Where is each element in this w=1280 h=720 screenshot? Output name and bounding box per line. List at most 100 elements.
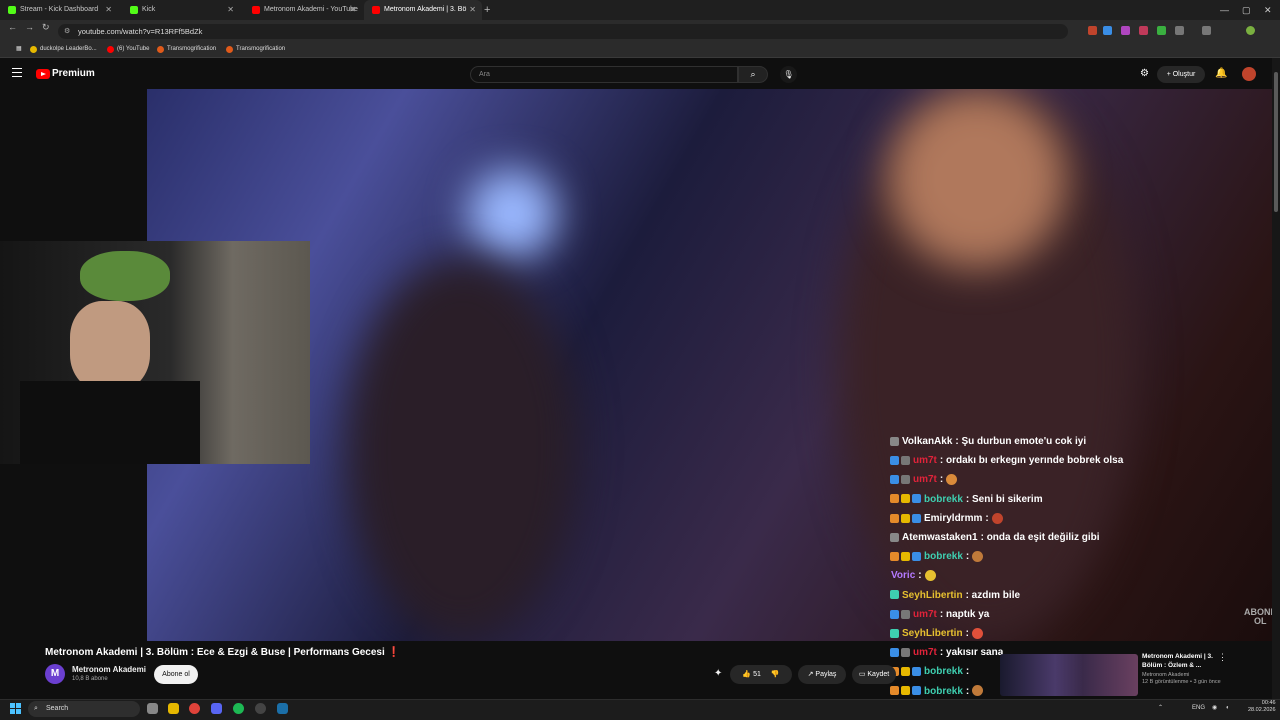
extension-icon[interactable] <box>1157 26 1166 35</box>
chat-emote-icon <box>991 512 1003 524</box>
chat-username[interactable]: bobrekk <box>924 666 963 677</box>
minimize-icon[interactable]: — <box>1220 0 1229 20</box>
network-icon[interactable]: ◉ <box>1212 700 1217 716</box>
chat-username[interactable]: um7t <box>913 647 937 658</box>
maximize-icon[interactable]: ▢ <box>1242 0 1251 20</box>
steam-icon[interactable] <box>277 703 288 714</box>
create-label: Oluştur <box>1172 71 1196 78</box>
sparkle-icon[interactable]: ✦ <box>714 668 722 679</box>
taskbar-search[interactable]: ⌕ Search <box>28 701 140 717</box>
chat-badge-icon <box>901 648 910 658</box>
close-window-icon[interactable]: ✕ <box>1264 0 1272 20</box>
save-icon: ▭ <box>858 671 866 678</box>
dislike-icon[interactable]: 👎 <box>771 671 780 678</box>
profile-icon[interactable] <box>1246 26 1255 35</box>
discord-icon[interactable] <box>211 703 222 714</box>
chat-emote-icon <box>972 551 984 563</box>
streamer-face <box>70 301 150 391</box>
chat-badge-icon <box>912 513 921 523</box>
volume-icon[interactable]: ◐ <box>1226 700 1230 716</box>
close-icon[interactable]: ✕ <box>349 0 356 20</box>
extension-icon[interactable] <box>1088 26 1097 35</box>
like-dislike-group: 👍 51 👎 <box>730 665 792 684</box>
chat-username[interactable]: bobrekk <box>924 686 963 697</box>
bookmark-item[interactable]: Transmogrification <box>226 44 285 55</box>
recommended-thumbnail[interactable] <box>1000 654 1138 696</box>
tab-label: Kick <box>142 6 156 13</box>
share-button[interactable]: ↗ Paylaş <box>798 665 846 684</box>
chat-username[interactable]: um7t <box>913 455 937 466</box>
file-explorer-icon[interactable] <box>168 703 179 714</box>
chat-text: : <box>965 666 970 678</box>
chat-badge-icon <box>890 456 899 466</box>
chat-message: Voric: <box>890 566 936 585</box>
bookmark-item[interactable]: (6) YouTube <box>107 44 149 55</box>
channel-name[interactable]: Metronom Akademi <box>72 665 146 674</box>
language-indicator[interactable]: ENG <box>1192 700 1205 716</box>
spotify-icon[interactable] <box>233 703 244 714</box>
chat-username[interactable]: SeyhLibertin <box>902 590 963 601</box>
site-info-icon[interactable]: ⚙ <box>64 24 70 39</box>
hamburger-menu-icon[interactable] <box>12 68 22 77</box>
youtube-icon <box>107 46 114 53</box>
reload-icon[interactable]: ↻ <box>42 22 50 33</box>
new-tab-button[interactable]: + <box>484 0 490 20</box>
tab-kick[interactable]: Kick ✕ <box>122 0 240 20</box>
extension-icon[interactable] <box>1139 26 1148 35</box>
scrollbar-thumb[interactable] <box>1274 72 1278 212</box>
tab-youtube-channel[interactable]: Metronom Akademi - YouTube ✕ <box>244 0 362 20</box>
create-button[interactable]: + Oluştur <box>1157 66 1205 83</box>
chat-username[interactable]: um7t <box>913 609 937 620</box>
extension-icon[interactable] <box>1103 26 1112 35</box>
address-bar[interactable]: ⚙ youtube.com/watch?v=R13RFf5BdZk <box>58 24 1068 39</box>
chat-badge-icon <box>901 494 910 504</box>
bookmark-icon <box>226 46 233 53</box>
bookmark-item[interactable]: duckolpe LeaderBo... <box>30 44 97 55</box>
save-button[interactable]: ▭ Kaydet <box>852 665 896 684</box>
chat-username[interactable]: bobrekk <box>924 494 963 505</box>
close-icon[interactable]: ✕ <box>227 0 234 20</box>
search-button[interactable]: ⌕ <box>738 66 768 83</box>
obs-icon[interactable] <box>255 703 266 714</box>
close-icon[interactable]: ✕ <box>105 0 112 20</box>
avatar[interactable] <box>1242 67 1256 81</box>
chat-username[interactable]: SeyhLibertin <box>902 628 963 639</box>
subscribe-button[interactable]: Abone ol <box>154 665 198 684</box>
chat-username[interactable]: Emiryldrmm <box>924 513 982 524</box>
extension-icon[interactable] <box>1121 26 1130 35</box>
task-view-icon[interactable] <box>147 703 158 714</box>
chat-badge-icon <box>890 609 899 619</box>
more-options-icon[interactable]: ⋮ <box>1218 652 1227 663</box>
chat-username[interactable]: Atemwastaken1 <box>902 532 978 543</box>
apps-icon[interactable]: ▦ <box>6 44 22 55</box>
puzzle-icon[interactable] <box>1175 26 1184 35</box>
bookmark-item[interactable]: Transmogrification <box>157 44 216 55</box>
sidebar-icon[interactable] <box>1202 26 1211 35</box>
chat-text: : yakısır sana <box>939 647 1004 659</box>
like-icon[interactable]: 👍 <box>742 671 751 678</box>
cast-icon[interactable]: ⚙ <box>1140 68 1149 79</box>
search-input[interactable]: Ara <box>470 66 738 83</box>
youtube-brand[interactable]: Premium <box>52 68 95 79</box>
forward-icon[interactable]: → <box>25 22 34 32</box>
tab-kick-dashboard[interactable]: Stream - Kick Dashboard ✕ <box>0 0 118 20</box>
mic-icon[interactable]: 🎙 <box>780 66 797 83</box>
notifications-icon[interactable]: 🔔 <box>1215 68 1227 79</box>
close-icon[interactable]: ✕ <box>469 0 476 20</box>
chat-username[interactable]: Voric <box>891 570 915 581</box>
chat-username[interactable]: bobrekk <box>924 551 963 562</box>
chrome-icon[interactable] <box>189 703 200 714</box>
tray-chevron-icon[interactable]: ⌃ <box>1158 700 1163 716</box>
taskbar-clock[interactable]: 00:46 28.02.2026 <box>1248 700 1276 714</box>
recommended-channel: Metronom Akademi <box>1142 672 1190 678</box>
chat-username[interactable]: um7t <box>913 474 937 485</box>
chat-badge-icon <box>912 552 921 562</box>
windows-start-icon[interactable] <box>10 703 21 714</box>
youtube-logo-icon[interactable] <box>36 69 50 79</box>
chat-text: : <box>939 474 944 486</box>
tab-youtube-video[interactable]: Metronom Akademi | 3. Bö ✕ <box>364 0 482 20</box>
chat-emote-icon <box>946 474 958 486</box>
chat-username[interactable]: VolkanAkk <box>902 436 952 447</box>
channel-avatar[interactable]: M <box>45 664 65 684</box>
back-icon[interactable]: ← <box>8 22 17 32</box>
